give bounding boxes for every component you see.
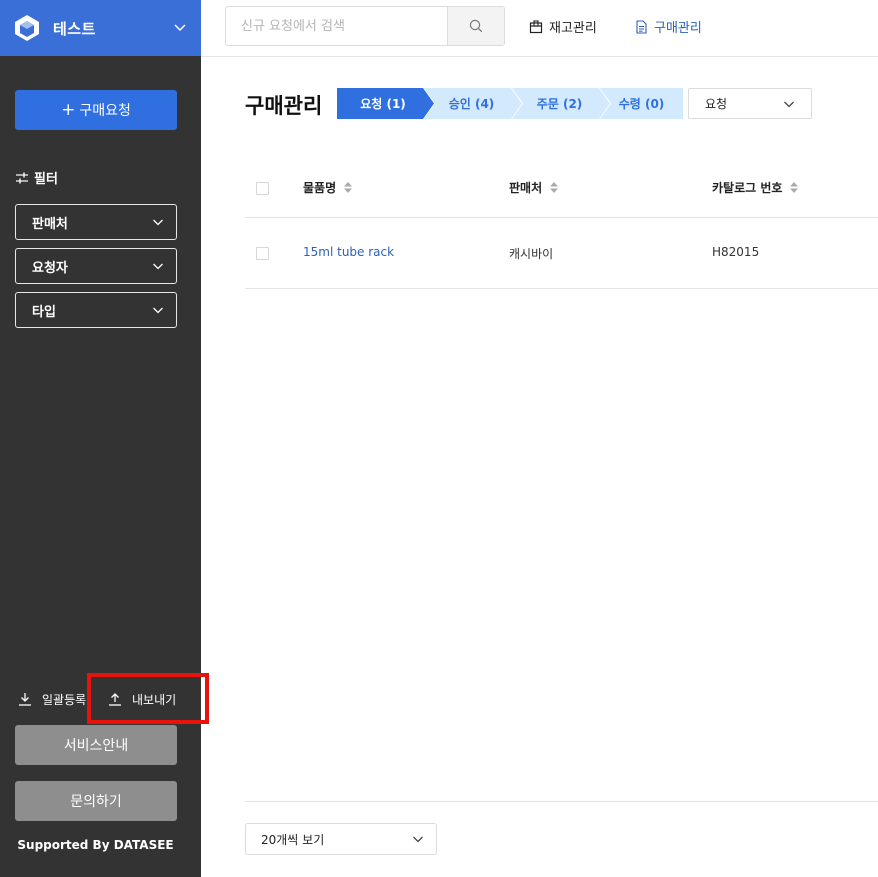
page-size-value: 20개씩 보기 [261,832,325,847]
chevron-down-icon [174,24,186,32]
filter-requester-select[interactable]: 요청자 [15,248,177,284]
step-receive-label: 수령 (0) [618,97,665,111]
filter-heading-label: 필터 [34,172,58,187]
search-button[interactable] [447,7,504,45]
page-size-select[interactable]: 20개씩 보기 [245,823,437,855]
table-row: 15ml tube rack 캐시바이 H82015 [245,218,878,289]
bulk-register-label: 일괄등록 [42,692,87,707]
step-request-label: 요청 (1) [360,97,406,111]
inquiry-label: 문의하기 [70,794,122,810]
download-icon [19,693,31,706]
select-all-checkbox[interactable] [256,182,269,195]
workspace-name: 테스트 [53,19,96,38]
chevron-down-icon [153,219,163,226]
bulk-register-button[interactable]: 일괄등록 [18,686,86,712]
nav-inventory[interactable]: 재고관리 [529,17,597,36]
document-icon [636,19,647,34]
nav-purchase-label: 구매관리 [654,21,702,36]
column-header-vendor[interactable]: 판매처 [509,179,559,196]
chevron-down-icon [413,836,423,843]
filter-vendor-label: 판매처 [32,216,68,232]
step-order[interactable]: 주문 (2) [512,88,610,119]
status-select-value: 요청 [705,97,728,111]
filter-vendor-select[interactable]: 판매처 [15,204,177,240]
sort-icon [790,182,799,193]
hexagon-logo-icon [15,15,39,41]
column-header-catalog[interactable]: 카탈로그 번호 [712,179,799,196]
top-bar: 재고관리 구매관리 [201,0,878,57]
purchase-request-label: 구매요청 [79,103,131,119]
table-header: 물품명 판매처 카탈로그 번호 [245,158,878,218]
supported-by-text: Supported By DATASEE [17,838,174,852]
service-guide-label: 서비스안내 [63,738,129,754]
search-input[interactable] [226,7,447,45]
search-icon [469,19,483,33]
table-footer-divider [245,801,878,802]
chevron-down-icon [153,307,163,314]
step-receive[interactable]: 수령 (0) [600,88,683,119]
step-approve-label: 승인 (4) [448,97,495,111]
row-checkbox[interactable] [256,247,269,260]
nav-inventory-label: 재고관리 [549,21,597,36]
search-box [225,6,505,46]
vendor-cell: 캐시바이 [509,247,554,261]
sort-icon [344,182,353,193]
service-guide-button[interactable]: 서비스안내 [15,725,177,765]
chevron-down-icon [784,101,794,108]
filter-heading: 필터 [16,168,58,187]
box-icon [529,19,543,33]
status-steps: 요청 (1) 승인 (4) 주문 (2) 수령 (0) [337,88,683,119]
filter-type-select[interactable]: 타입 [15,292,177,328]
sidebar: 테스트 + 구매요청 필터 판매처 요청자 타입 일괄등록 내보내기 서비스안내… [0,0,201,877]
column-header-catalog-label: 카탈로그 번호 [712,181,783,195]
inquiry-button[interactable]: 문의하기 [15,781,177,821]
export-highlight-box [87,673,209,724]
purchase-request-button[interactable]: + 구매요청 [15,90,177,130]
filter-type-label: 타입 [32,304,56,320]
plus-icon: + [61,100,76,120]
sliders-icon [16,172,28,183]
column-header-item[interactable]: 물품명 [303,179,353,196]
step-approve[interactable]: 승인 (4) [424,88,522,119]
status-select[interactable]: 요청 [688,88,812,119]
chevron-down-icon [153,263,163,270]
item-name-link[interactable]: 15ml tube rack [303,245,394,259]
step-request[interactable]: 요청 (1) [337,88,434,119]
column-header-vendor-label: 판매처 [509,181,543,195]
nav-purchase[interactable]: 구매관리 [634,17,702,36]
sort-icon [550,182,559,193]
step-order-label: 주문 (2) [536,97,583,111]
catalog-number-cell: H82015 [712,245,760,259]
workspace-switcher[interactable]: 테스트 [0,0,201,56]
column-header-item-label: 물품명 [303,181,337,195]
page-title: 구매관리 [245,94,323,118]
filter-requester-label: 요청자 [32,260,68,276]
